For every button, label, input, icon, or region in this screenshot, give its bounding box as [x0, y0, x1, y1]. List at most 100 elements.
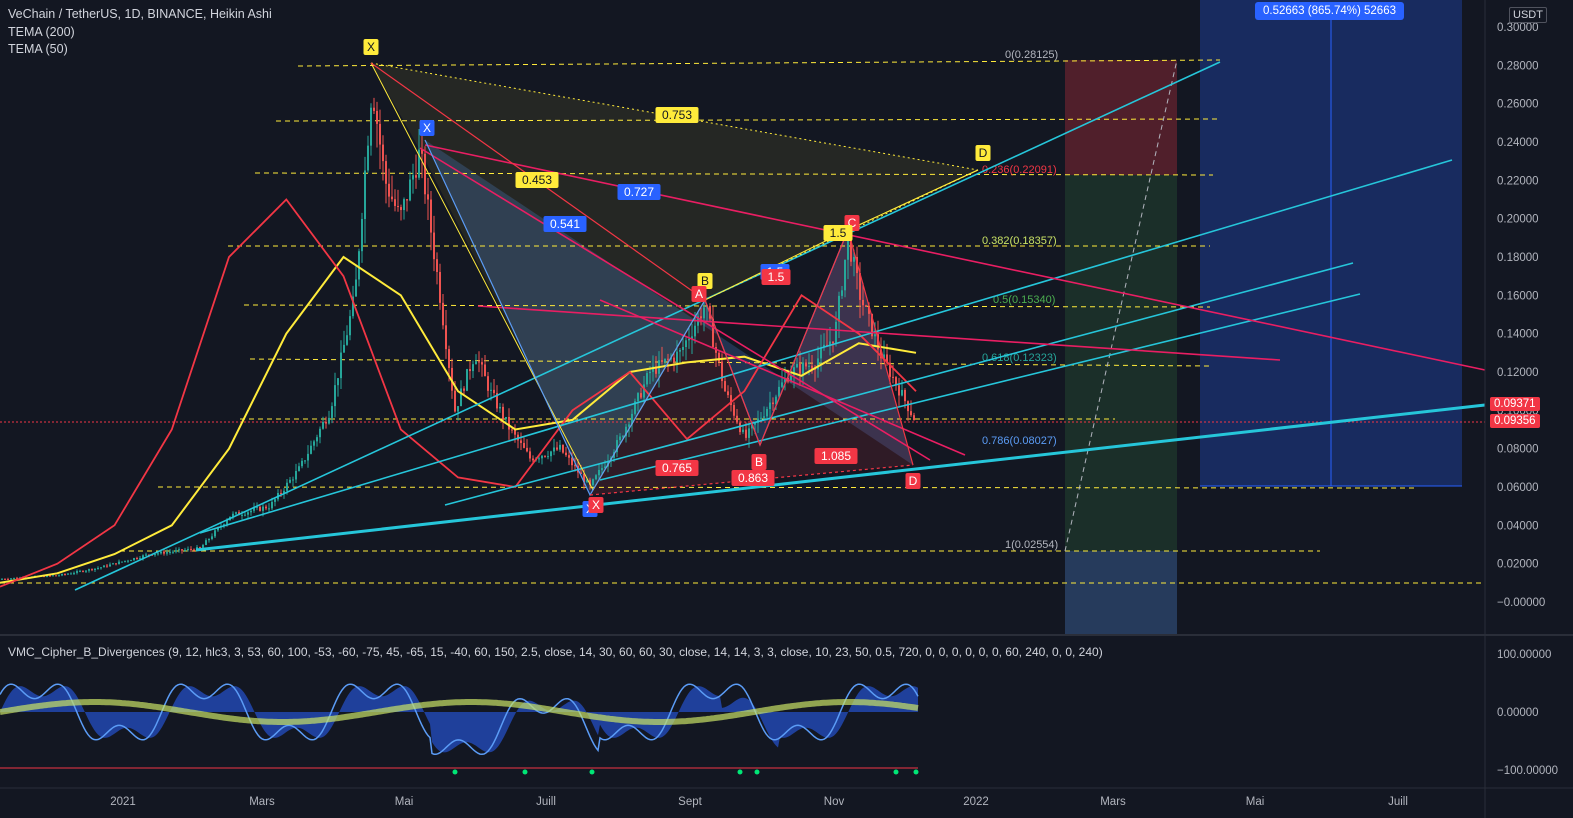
- candle-body: [862, 299, 864, 306]
- candle-body: [265, 506, 267, 509]
- pattern-label-r0541: 0.541: [550, 217, 580, 231]
- price-axis[interactable]: 0.30000 0.28000 0.26000 0.24000 0.22000 0.200…: [1497, 22, 1545, 609]
- candle-body: [55, 575, 57, 577]
- candle-body: [316, 437, 318, 442]
- candle-body: [109, 564, 111, 567]
- candle-body: [208, 538, 210, 541]
- candle-body: [646, 373, 648, 385]
- candle-body: [649, 371, 651, 374]
- fib-label-group: 0(0.28125) 0.236(0.22091) 0.382(0.18357)…: [982, 49, 1058, 551]
- candle-body: [301, 460, 303, 467]
- pattern-label-r1085: 1.085: [821, 449, 851, 463]
- candle-body: [628, 424, 630, 427]
- candle-body: [511, 429, 513, 431]
- candle-body: [319, 428, 321, 438]
- candle-body: [763, 416, 765, 418]
- pattern-label-r0453: 0.453: [522, 173, 552, 187]
- candle-body: [724, 381, 726, 392]
- candle-body: [1, 578, 3, 580]
- candle-body: [460, 388, 462, 407]
- candle-body: [832, 341, 834, 344]
- pattern-label-d_yellow: D: [979, 146, 988, 160]
- candle-body: [838, 295, 840, 322]
- candle-body: [13, 577, 15, 579]
- candle-body: [382, 144, 384, 162]
- candle-body: [502, 406, 504, 419]
- candle-body: [244, 514, 246, 516]
- candle-body: [487, 376, 489, 391]
- time-tick: 2022: [963, 796, 989, 808]
- candle-body: [748, 428, 750, 438]
- candle-body: [490, 389, 492, 391]
- candle-body: [454, 390, 456, 412]
- candle-body: [448, 349, 450, 368]
- oscillator-title[interactable]: VMC_Cipher_B_Divergences (9, 12, hlc3, 3…: [8, 645, 1103, 659]
- candle-body: [673, 357, 675, 362]
- price-tick: 0.26000: [1497, 99, 1539, 111]
- candle-body: [865, 305, 867, 307]
- candle-body: [457, 406, 459, 412]
- pattern-label-r0727: 0.727: [624, 185, 654, 199]
- candle-body: [874, 334, 876, 337]
- candle-body: [547, 456, 549, 458]
- pattern-label-r0863: 0.863: [738, 471, 768, 485]
- candle-body: [892, 376, 894, 378]
- candle-body: [904, 389, 906, 402]
- candle-body: [247, 512, 249, 515]
- pattern-label-a_red: A: [695, 287, 703, 301]
- osc-dot: [754, 769, 760, 775]
- fib-label-05: 0.5(0.15340): [993, 294, 1055, 306]
- candle-body: [907, 401, 909, 412]
- candle-body: [802, 362, 804, 374]
- candle-body: [304, 460, 306, 462]
- osc-dot: [522, 769, 528, 775]
- time-axis[interactable]: 2021 Mars Mai Juill Sept Nov 2022 Mars Mai Juill: [110, 796, 1408, 808]
- currency-badge[interactable]: USDT: [1509, 7, 1547, 23]
- candle-body: [403, 199, 405, 211]
- candle-body: [343, 344, 345, 353]
- candle-body: [523, 442, 525, 448]
- candle-body: [619, 436, 621, 441]
- candle-body: [58, 575, 60, 577]
- candle-body: [328, 417, 330, 424]
- candle-body: [493, 389, 495, 394]
- candle-body: [664, 358, 666, 362]
- price-tick: −0.00000: [1497, 597, 1545, 609]
- candle-body: [811, 365, 813, 369]
- candle-body: [241, 514, 243, 516]
- candle-body: [181, 549, 183, 551]
- candle-body: [106, 565, 108, 567]
- price-tick: 0.20000: [1497, 214, 1539, 226]
- candle-body: [340, 352, 342, 379]
- candle-body: [844, 259, 846, 291]
- price-tag-high: 0.09371: [1490, 397, 1540, 411]
- candle-body: [136, 558, 138, 560]
- fib-label-0618: 0.618(0.12323): [982, 352, 1057, 364]
- candle-body: [643, 384, 645, 398]
- candle-body: [73, 572, 75, 574]
- candle-body: [85, 570, 87, 572]
- candle-body: [565, 452, 567, 456]
- candle-body: [688, 338, 690, 341]
- candle-body: [481, 362, 483, 365]
- candle-body: [769, 402, 771, 410]
- candle-body: [94, 568, 96, 571]
- candle-body: [346, 335, 348, 345]
- candle-body: [532, 458, 534, 461]
- candle-body: [901, 389, 903, 396]
- candle-body: [469, 369, 471, 372]
- time-tick: Nov: [824, 796, 845, 808]
- candle-body: [412, 175, 414, 180]
- candle-body: [466, 369, 468, 391]
- candle-body: [88, 569, 90, 571]
- time-tick: Mai: [395, 796, 414, 808]
- osc-dot: [452, 769, 458, 775]
- candle-body: [4, 578, 6, 580]
- lower-zone: [1065, 551, 1177, 635]
- candle-body: [550, 451, 552, 457]
- candle-body: [553, 447, 555, 452]
- candle-body: [733, 405, 735, 416]
- candle-body: [559, 444, 561, 450]
- candle-body: [736, 415, 738, 423]
- price-chart[interactable]: 0(0.28125) 0.236(0.22091) 0.382(0.18357)…: [0, 0, 1573, 818]
